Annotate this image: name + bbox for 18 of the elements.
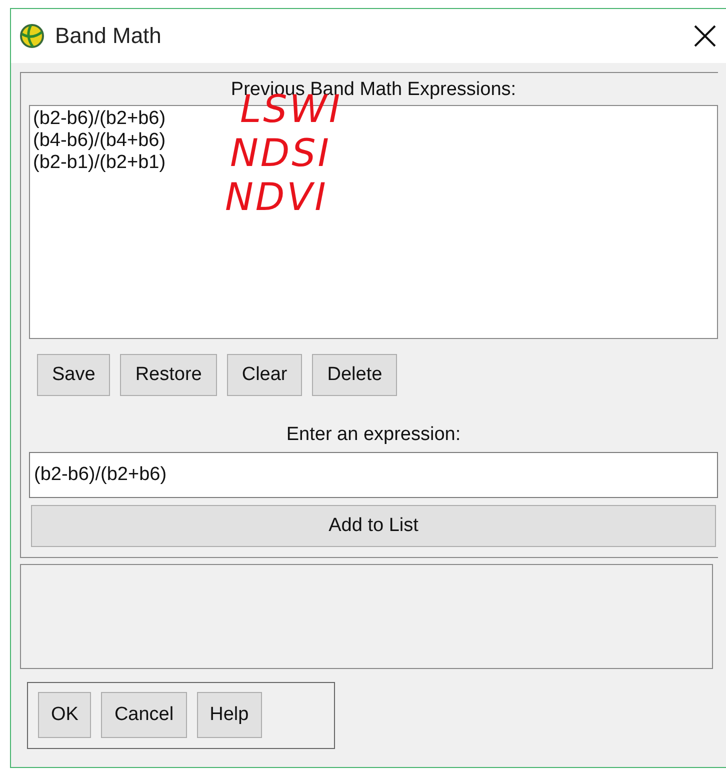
list-button[interactable]: Save (37, 354, 110, 396)
close-icon[interactable] (692, 23, 718, 49)
dialog-button[interactable]: Help (196, 692, 262, 738)
list-button[interactable]: Clear (226, 354, 302, 396)
handwritten-note: NDVI (225, 178, 328, 216)
globe-icon (19, 23, 45, 49)
expression-item[interactable]: (b2-b6)/(b2+b6) (33, 108, 166, 130)
handwritten-note: NDSI (230, 134, 332, 172)
dialog-button[interactable]: OK (38, 692, 92, 738)
expression-field[interactable]: (b2-b6)/(b2+b6) (29, 452, 718, 498)
list-button[interactable]: Restore (120, 354, 217, 396)
window-title: Band Math (55, 23, 162, 49)
expression-item[interactable]: (b4-b6)/(b4+b6) (33, 130, 166, 152)
expression-item[interactable]: (b2-b1)/(b2+b1) (33, 152, 166, 174)
expression-label: Enter an expression: (286, 424, 461, 446)
list-button[interactable]: Delete (312, 354, 398, 396)
dialog-button[interactable]: Cancel (101, 692, 187, 738)
add-to-list-button[interactable]: Add to List (31, 505, 716, 547)
